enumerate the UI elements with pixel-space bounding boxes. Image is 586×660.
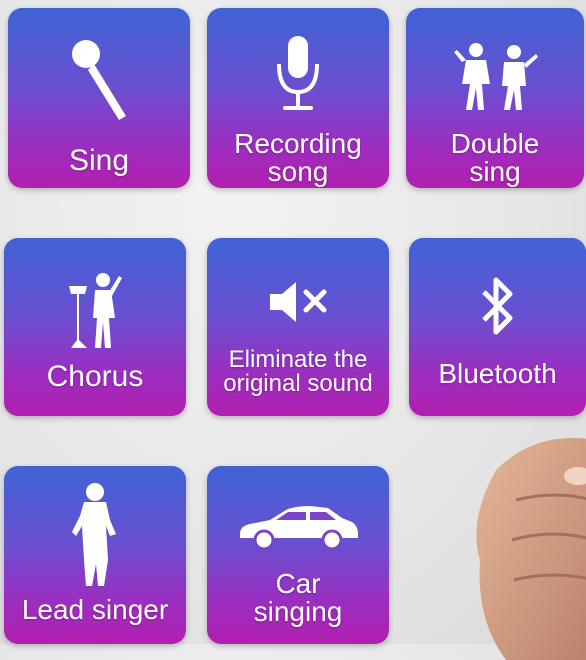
tile-label: Lead singer [21, 594, 169, 625]
tile-sing[interactable]: Sing [8, 8, 190, 188]
mute-speaker-icon [270, 282, 327, 322]
tile-label: Sing [68, 144, 130, 177]
bluetooth-icon [481, 277, 512, 335]
tile-label: Bluetooth [438, 358, 557, 389]
lead-singer-icon [72, 483, 116, 586]
microphone-icon [72, 40, 126, 120]
tile-label: Double sing [450, 128, 540, 187]
tile-label: Car singing [253, 568, 343, 627]
tile-chorus[interactable]: Chorus [4, 238, 186, 416]
tile-label: Eliminate the original sound [223, 346, 373, 397]
tile-car-singing[interactable]: Car singing [207, 466, 389, 644]
tile-bluetooth[interactable]: Bluetooth [409, 238, 586, 416]
tile-label: Chorus [46, 360, 144, 393]
tile-double-sing[interactable]: Double sing [406, 8, 584, 188]
tile-lead-singer[interactable]: Lead singer [4, 466, 186, 644]
tile-recording-song[interactable]: Recording song [207, 8, 389, 188]
conductor-icon [69, 273, 122, 348]
duet-singers-icon [454, 43, 538, 110]
hand-photo [476, 438, 586, 660]
car-icon [240, 506, 358, 550]
tile-label: Recording song [234, 128, 362, 187]
tile-eliminate-original-sound[interactable]: Eliminate the original sound [207, 238, 389, 416]
studio-mic-icon [277, 36, 319, 110]
